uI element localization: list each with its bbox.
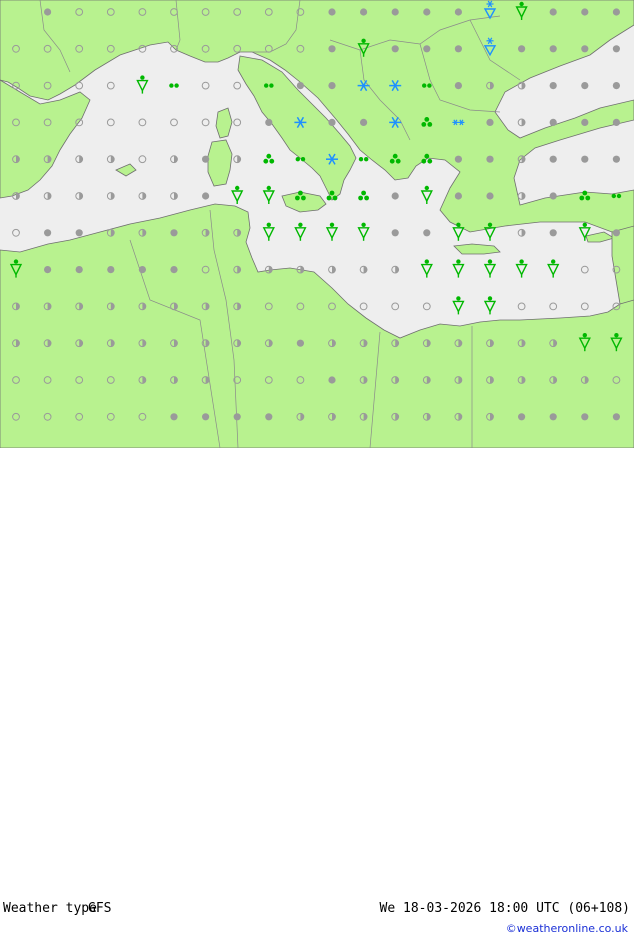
overcast-icon [170, 413, 178, 421]
map-canvas [0, 0, 634, 449]
overcast-icon [518, 45, 526, 53]
overcast-icon [202, 155, 210, 163]
overcast-icon [233, 413, 241, 421]
overcast-icon [44, 266, 52, 274]
overcast-icon [170, 266, 178, 274]
overcast-icon [296, 82, 304, 90]
overcast-icon [328, 45, 336, 53]
overcast-icon [581, 155, 589, 163]
overcast-icon [454, 8, 462, 16]
overcast-icon [44, 229, 52, 237]
overcast-icon [581, 82, 589, 90]
overcast-icon [486, 155, 494, 163]
overcast-icon [360, 118, 368, 126]
valid-time-label: We 18-03-2026 18:00 UTC (06+108) [379, 901, 630, 916]
overcast-icon [612, 229, 620, 237]
overcast-icon [202, 192, 210, 200]
overcast-icon [612, 118, 620, 126]
overcast-icon [328, 118, 336, 126]
overcast-icon [612, 82, 620, 90]
overcast-icon [518, 413, 526, 421]
overcast-icon [328, 376, 336, 384]
overcast-icon [454, 155, 462, 163]
overcast-icon [265, 118, 273, 126]
overcast-icon [549, 155, 557, 163]
overcast-icon [296, 339, 304, 347]
overcast-icon [454, 45, 462, 53]
overcast-icon [549, 82, 557, 90]
overcast-icon [391, 192, 399, 200]
weather-map [0, 0, 634, 449]
overcast-icon [581, 45, 589, 53]
overcast-icon [581, 118, 589, 126]
model-label: GFS [88, 901, 112, 916]
overcast-icon [170, 229, 178, 237]
overcast-icon [265, 413, 273, 421]
overcast-icon [391, 8, 399, 16]
map-type-label: Weather type [3, 901, 97, 916]
overcast-icon [44, 8, 52, 16]
overcast-icon [328, 8, 336, 16]
overcast-icon [612, 413, 620, 421]
overcast-icon [549, 45, 557, 53]
overcast-icon [549, 413, 557, 421]
overcast-icon [423, 8, 431, 16]
overcast-icon [486, 118, 494, 126]
overcast-icon [549, 8, 557, 16]
overcast-icon [107, 266, 115, 274]
overcast-icon [138, 266, 146, 274]
overcast-icon [612, 155, 620, 163]
overcast-icon [391, 229, 399, 237]
map-footer: Weather type GFS We 18-03-2026 18:00 UTC… [0, 448, 634, 935]
overcast-icon [549, 229, 557, 237]
overcast-icon [581, 413, 589, 421]
overcast-icon [486, 192, 494, 200]
overcast-icon [454, 82, 462, 90]
overcast-icon [75, 266, 83, 274]
overcast-icon [612, 45, 620, 53]
overcast-icon [202, 413, 210, 421]
credit-link[interactable]: ©weatheronline.co.uk [506, 922, 628, 935]
overcast-icon [549, 118, 557, 126]
overcast-icon [391, 45, 399, 53]
overcast-icon [454, 192, 462, 200]
overcast-icon [360, 8, 368, 16]
overcast-icon [328, 82, 336, 90]
overcast-icon [423, 229, 431, 237]
overcast-icon [581, 8, 589, 16]
overcast-icon [75, 229, 83, 237]
overcast-icon [549, 192, 557, 200]
overcast-icon [612, 8, 620, 16]
overcast-icon [423, 45, 431, 53]
